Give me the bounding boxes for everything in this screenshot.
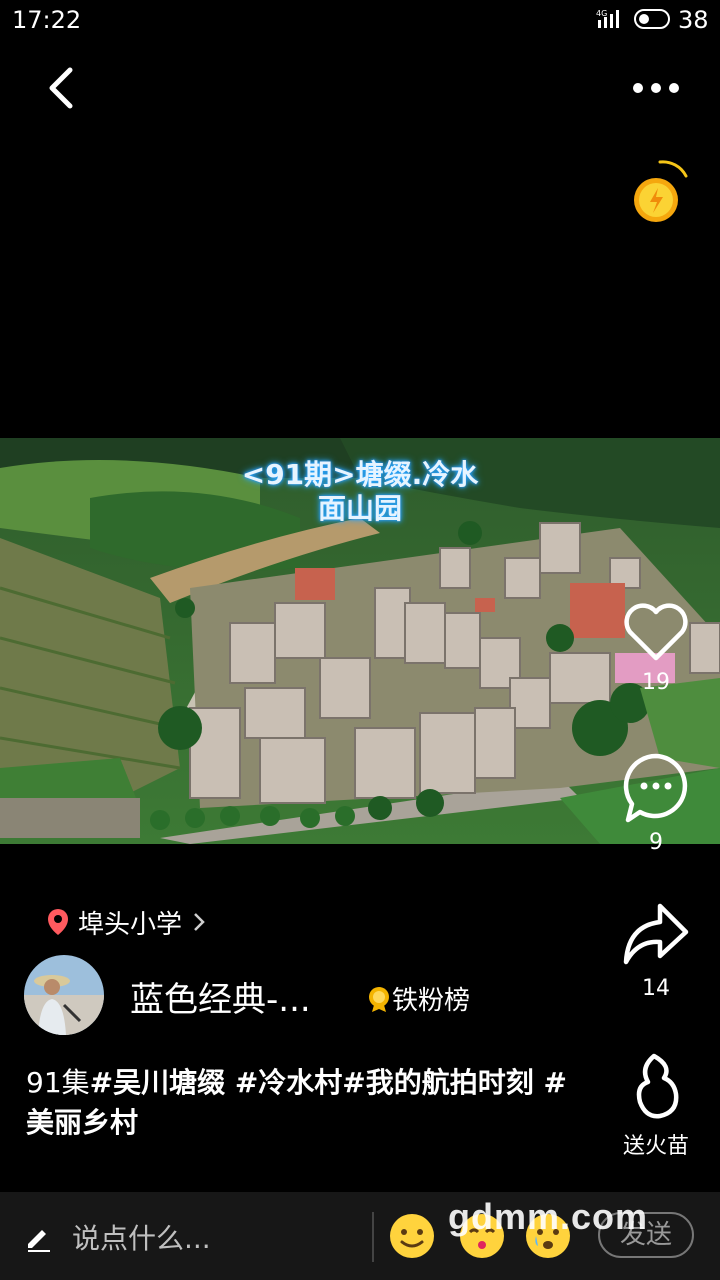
bottom-divider [372,1212,374,1262]
emoji-smile-button[interactable] [388,1212,436,1260]
video-overlay-title: <91期>塘缀.冷水 面山园 [0,458,720,526]
location-name: 埠头小学 [78,909,183,940]
back-button[interactable] [40,62,88,114]
smile-emoji-icon [390,1214,434,1258]
description-hashtags[interactable]: #吴川塘缀 #冷水村#我的航拍时刻 #美丽乡村 [26,1066,567,1139]
send-fire-button[interactable]: 送火苗 [610,1052,702,1160]
comment-placeholder: 说点什么... [72,1222,211,1255]
author-avatar[interactable] [24,955,104,1035]
signal-icon: 4G [596,8,626,33]
share-arrow-icon [623,903,689,965]
status-time: 17:22 [12,6,82,34]
like-count: 19 [642,670,670,695]
like-button[interactable]: 19 [618,598,694,695]
gold-coin-icon [634,160,688,222]
fans-ranking[interactable]: 铁粉榜 [366,980,470,1017]
share-count: 14 [642,976,670,1001]
medal-icon [369,986,389,1012]
more-dots-icon [633,83,679,93]
comment-input[interactable]: 说点什么... [24,1212,211,1262]
battery-level: 38 [678,6,709,34]
chevron-left-icon [49,67,73,109]
comment-count: 9 [649,830,663,855]
description-lead: 91集 [26,1066,90,1099]
send-fire-label: 送火苗 [622,1134,689,1159]
avatar-image [24,955,104,1035]
more-button[interactable] [620,70,692,106]
coin-reward-button[interactable] [628,158,690,224]
video-title-line1: <91期>塘缀.冷水 [241,458,479,491]
location-tag[interactable]: 埠头小学 [46,902,206,942]
author-name[interactable]: 蓝色经典-... [130,972,311,1021]
comment-bubble-icon [623,753,688,823]
chevron-right-icon [194,913,205,931]
video-description: 91集#吴川塘缀 #冷水村#我的航拍时刻 #美丽乡村 [26,1063,586,1143]
status-bar: 17:22 4G 38 [0,0,720,40]
flame-icon [636,1053,679,1119]
pencil-icon [28,1230,50,1252]
video-title-line2: 面山园 [317,492,402,525]
site-watermark: gdmm.com [448,1196,649,1237]
battery-icon [634,9,670,29]
heart-icon [624,603,688,661]
comment-button[interactable]: 9 [618,750,694,855]
share-button[interactable]: 14 [618,900,694,1001]
svg-text:4G: 4G [596,9,607,18]
fans-ranking-label: 铁粉榜 [392,986,471,1016]
location-pin-icon [48,909,68,935]
